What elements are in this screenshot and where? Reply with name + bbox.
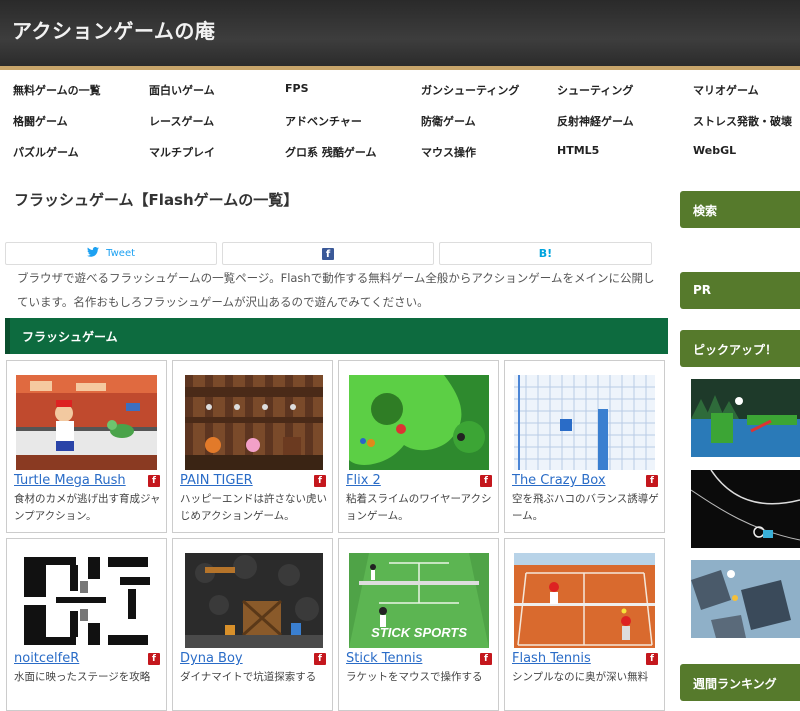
nav-item-reflex[interactable]: 反射神経ゲーム [557, 113, 634, 129]
game-description: 水面に映ったステージを攻略 [14, 671, 151, 683]
game-title-link[interactable]: Flash Tennis [512, 651, 591, 666]
game-card[interactable]: The Crazy Box f 空を飛ぶハコのバランス誘導ゲーム。 [504, 360, 665, 533]
nav-item-gun-shooting[interactable]: ガンシューティング [421, 82, 519, 98]
sidebar-search-heading: 検索 [680, 191, 800, 228]
intro-text: ブラウザで遊べるフラッシュゲームの一覧ページ。Flashで動作する無料ゲーム全般… [17, 271, 655, 309]
game-card[interactable]: Turtle Mega Rush f 食材のカメが逃げ出す育成ジャンプアクション… [6, 360, 167, 533]
nav-item-webgl[interactable]: WebGL [693, 144, 736, 157]
twitter-bird-icon [86, 247, 99, 257]
game-thumbnail[interactable] [16, 553, 157, 648]
sidebar-pickup-heading: ピックアップ！ [680, 330, 800, 367]
nav-item-shooting[interactable]: シューティング [557, 82, 633, 98]
nav-item-html5[interactable]: HTML5 [557, 144, 599, 157]
sidebar-pr-heading: PR [680, 272, 800, 309]
game-thumbnail[interactable]: STICK SPORTS [349, 553, 489, 648]
flash-icon: f [314, 475, 326, 487]
game-thumbnail[interactable] [16, 375, 157, 470]
nav-item-defense[interactable]: 防衛ゲーム [421, 113, 476, 129]
game-thumbnail[interactable] [185, 553, 323, 648]
nav-item-stress-relief[interactable]: ストレス発散・破壊 [693, 113, 792, 129]
nav-item-free-games[interactable]: 無料ゲームの一覧 [13, 82, 101, 98]
game-thumbnail[interactable] [185, 375, 323, 470]
game-description: ダイナマイトで坑道探索する [180, 671, 317, 683]
nav-item-fun-games[interactable]: 面白いゲーム [149, 82, 215, 98]
nav-item-multiplayer[interactable]: マルチプレイ [149, 144, 215, 160]
sidebar-ranking-label: 週間ランキング [693, 677, 777, 691]
game-title-link[interactable]: The Crazy Box [512, 473, 606, 488]
flash-icon: f [148, 653, 160, 665]
category-nav: 無料ゲームの一覧 面白いゲーム FPS ガンシューティング シューティング マリ… [0, 74, 800, 168]
flash-icon: f [314, 653, 326, 665]
game-card[interactable]: Flash Tennis f シンプルなのに奥が深い無料 [504, 538, 665, 711]
game-card[interactable]: STICK SPORTS Stick Tennis f ラケットをマウスで操作す… [338, 538, 499, 711]
hatena-bookmark-button[interactable]: B! [439, 242, 652, 265]
game-title-link[interactable]: Flix 2 [346, 473, 381, 488]
game-card[interactable]: Flix 2 f 粘着スライムのワイヤーアクションゲーム。 [338, 360, 499, 533]
facebook-share-button[interactable]: f [222, 242, 434, 265]
sidebar-pickup-label: ピックアップ！ [693, 343, 778, 357]
section-title: フラッシュゲーム [22, 330, 118, 344]
hatena-icon: B! [538, 247, 553, 260]
pickup-thumbnail[interactable] [691, 560, 800, 638]
pickup-thumbnail[interactable] [691, 470, 800, 548]
sidebar-search-label: 検索 [693, 204, 718, 218]
tweet-label: Tweet [106, 248, 136, 259]
site-title[interactable]: アクションゲームの庵 [12, 15, 215, 44]
nav-item-puzzle[interactable]: パズルゲーム [13, 144, 79, 160]
section-header: フラッシュゲーム [5, 318, 668, 354]
sidebar-pr-label: PR [693, 283, 712, 297]
game-card[interactable]: noitcelfeR f 水面に映ったステージを攻略 [6, 538, 167, 711]
game-title-link[interactable]: noitcelfeR [14, 651, 79, 666]
game-description: シンプルなのに奥が深い無料 [512, 671, 649, 683]
game-title-link[interactable]: Stick Tennis [346, 651, 422, 666]
game-title-link[interactable]: PAIN TIGER [180, 473, 253, 488]
game-description: 粘着スライムのワイヤーアクションゲーム。 [346, 493, 492, 522]
game-thumbnail[interactable] [514, 375, 655, 470]
game-card[interactable]: PAIN TIGER f ハッピーエンドは許さない虎いじめアクションゲーム。 [172, 360, 333, 533]
flash-icon: f [646, 653, 658, 665]
stick-sports-logo: STICK SPORTS [371, 625, 467, 640]
nav-item-gore[interactable]: グロ系 残酷ゲーム [285, 144, 377, 160]
game-description: 空を飛ぶハコのバランス誘導ゲーム。 [512, 493, 659, 522]
game-card[interactable]: Dyna Boy f ダイナマイトで坑道探索する [172, 538, 333, 711]
nav-item-adventure[interactable]: アドベンチャー [285, 113, 362, 129]
flash-icon: f [480, 475, 492, 487]
game-description: 食材のカメが逃げ出す育成ジャンプアクション。 [14, 493, 161, 522]
game-thumbnail[interactable] [349, 375, 489, 470]
site-header: アクションゲームの庵 [0, 0, 800, 70]
game-description: ラケットをマウスで操作する [346, 671, 483, 683]
game-title-link[interactable]: Dyna Boy [180, 651, 243, 666]
pickup-thumbnail[interactable] [691, 379, 800, 457]
game-thumbnail[interactable] [514, 553, 655, 648]
game-description: ハッピーエンドは許さない虎いじめアクションゲーム。 [180, 493, 327, 522]
nav-item-mouse[interactable]: マウス操作 [421, 144, 476, 160]
flash-icon: f [480, 653, 492, 665]
nav-item-mario[interactable]: マリオゲーム [693, 82, 759, 98]
flash-icon: f [148, 475, 160, 487]
nav-item-racing[interactable]: レースゲーム [149, 113, 214, 129]
nav-item-fighting[interactable]: 格闘ゲーム [13, 113, 68, 129]
page-title: フラッシュゲーム【Flashゲームの一覧】 [14, 191, 299, 209]
game-title-link[interactable]: Turtle Mega Rush [14, 473, 126, 488]
flash-icon: f [646, 475, 658, 487]
tweet-button[interactable]: Tweet [5, 242, 217, 265]
facebook-icon: f [322, 247, 334, 260]
nav-item-fps[interactable]: FPS [285, 82, 309, 95]
